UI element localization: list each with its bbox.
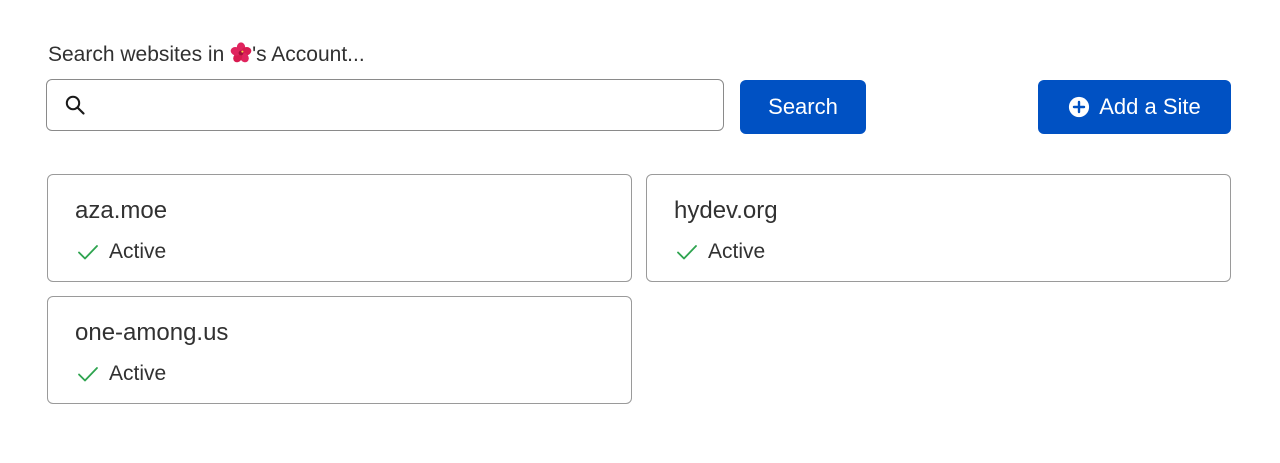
check-icon — [78, 245, 98, 260]
hibiscus-flower-icon — [230, 42, 252, 63]
check-icon — [677, 245, 697, 260]
site-status: Active — [76, 361, 166, 387]
site-status: Active — [675, 239, 765, 265]
site-domain: aza.moe — [75, 197, 168, 224]
site-card-hydev-org[interactable]: hydev.org Active — [646, 174, 1231, 282]
search-button-label: Search — [768, 94, 838, 119]
search-field[interactable] — [46, 79, 724, 131]
site-domain: hydev.org — [674, 197, 778, 224]
search-label: Search websites in 's Account... — [48, 42, 365, 68]
site-status: Active — [76, 239, 166, 265]
plus-circle-icon — [1069, 96, 1090, 118]
site-domain: one-among.us — [75, 319, 229, 346]
add-site-label: Add a Site — [1099, 94, 1201, 119]
site-card-aza-moe[interactable]: aza.moe Active — [47, 174, 632, 282]
websites-page: Search websites in 's Account... Search — [0, 0, 1280, 463]
site-status-label: Active — [109, 362, 167, 385]
search-input[interactable] — [97, 84, 713, 126]
add-site-button[interactable]: Add a Site — [1038, 80, 1231, 134]
search-icon — [65, 95, 85, 115]
site-status-label: Active — [708, 240, 766, 263]
check-icon — [78, 367, 98, 382]
search-label-prefix: Search websites in — [48, 43, 231, 66]
site-status-label: Active — [109, 240, 167, 263]
search-button[interactable]: Search — [740, 80, 866, 134]
site-card-one-among-us[interactable]: one-among.us Active — [47, 296, 632, 404]
search-label-suffix: 's Account... — [252, 43, 365, 66]
